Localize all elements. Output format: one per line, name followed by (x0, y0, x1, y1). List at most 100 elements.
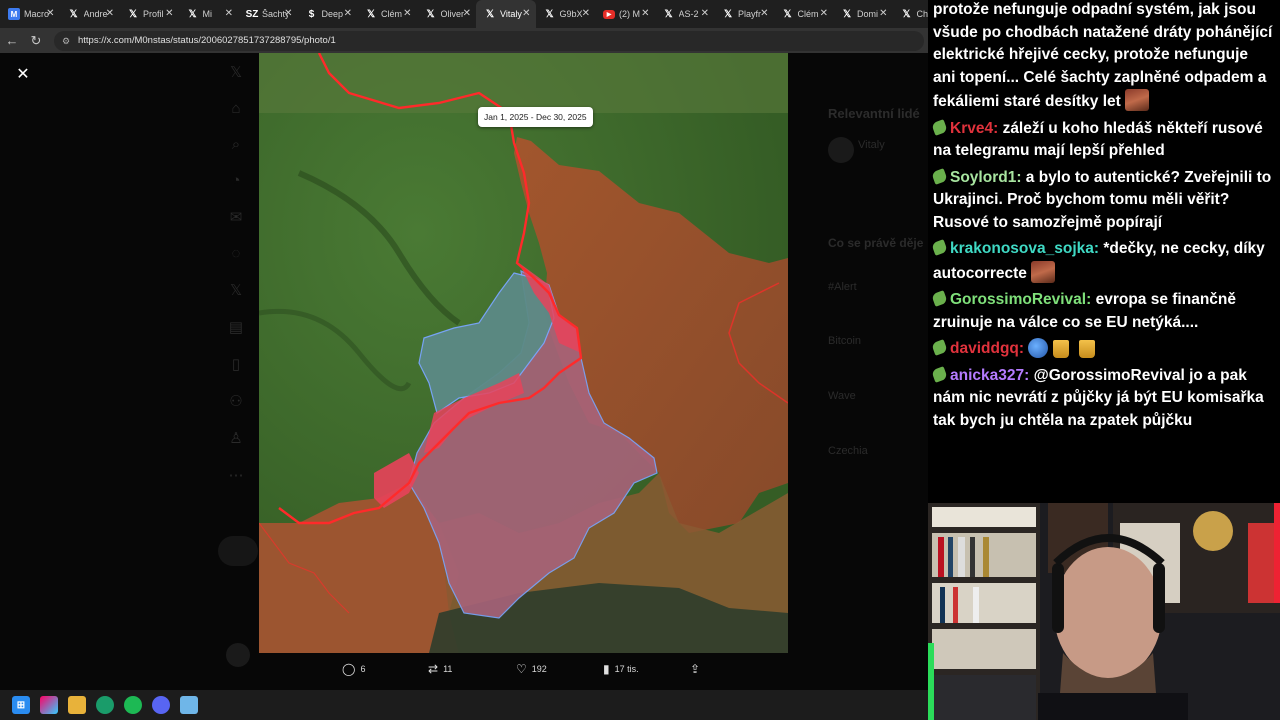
browser-tab[interactable]: 𝕏 Mi ✕ (179, 0, 239, 28)
reply-button[interactable]: ◯ 6 (342, 662, 365, 676)
browser-tab[interactable]: 𝕏 Clém ✕ (774, 0, 834, 28)
trending-title: Co se právě děje (828, 236, 924, 250)
x-logo-icon: 𝕏 (723, 8, 733, 20)
edge-browser-icon[interactable] (96, 696, 114, 714)
chat-username[interactable]: Krve4 (950, 120, 993, 137)
chat-message: anicka327: @GorossimoRevival jo a pak ná… (931, 365, 1274, 433)
browser-tab[interactable]: 𝕏 Playfr ✕ (714, 0, 774, 28)
reply-count: 6 (360, 664, 366, 674)
browser-tab[interactable]: 𝕏 Clém ✕ (357, 0, 417, 28)
books (932, 507, 1036, 720)
communities-icon: ⚇ (229, 393, 243, 410)
browser-tab[interactable]: $ Deep ✕ (298, 0, 358, 28)
post-photo-map[interactable]: Jan 1, 2025 - Dec 30, 2025 (259, 53, 788, 653)
tab-close-icon[interactable]: ✕ (522, 8, 530, 19)
views-button[interactable]: ▮ 17 tis. (603, 662, 639, 676)
copilot-icon[interactable] (40, 696, 58, 714)
discord-icon[interactable] (152, 696, 170, 714)
chat-message: krakonosova_sojka: *dečky, ne cecky, dík… (931, 238, 1274, 285)
x-logo-icon: 𝕏 (545, 8, 554, 20)
reload-icon[interactable]: ↻ (24, 29, 48, 53)
grok-icon: ◌ (231, 245, 241, 262)
trend-item: Bitcoin (828, 335, 862, 347)
more-icon: ⋯ (228, 467, 244, 484)
browser-tab[interactable]: 𝕏Ch✕ (893, 0, 928, 28)
chat-separator: : (1018, 340, 1029, 357)
browser-tab[interactable]: 𝕏 Oliver ✕ (417, 0, 477, 28)
chat-badge-icon (931, 239, 948, 256)
home-icon: ⌂ (231, 100, 241, 117)
repost-button[interactable]: ⇄ 11 (428, 662, 452, 676)
tab-close-icon[interactable]: ✕ (760, 8, 768, 19)
x-logo-icon: 𝕏 (664, 8, 673, 20)
streamer-face (1054, 547, 1162, 679)
browser-tab[interactable]: SZ Šachty ✕ (238, 0, 298, 28)
share-button[interactable]: ⇪ (690, 662, 700, 676)
chat-username[interactable]: Soylord1 (950, 169, 1016, 186)
back-arrow-icon[interactable]: ← (0, 29, 24, 53)
x-logo-icon: 𝕏 (426, 8, 435, 20)
browser-tab[interactable]: M Macro ✕ (0, 0, 60, 28)
file-explorer-icon[interactable] (68, 696, 86, 714)
relevant-people-title: Relevantní lidé (828, 106, 920, 121)
bookmark-icon: ▯ (231, 356, 241, 373)
photo-viewer: ✕ 𝕏 ⌂ ⌕ ◔ ✉ ◌ 𝕏 ▤ ▯ ⚇ ♙ ⋯ Relevantní lid… (0, 53, 928, 690)
favicon-icon: SZ (245, 8, 259, 20)
notepad-icon[interactable] (180, 696, 198, 714)
tab-close-icon[interactable]: ✕ (46, 8, 54, 19)
tab-close-icon[interactable]: ✕ (879, 8, 887, 19)
tab-close-icon[interactable]: ✕ (165, 8, 173, 19)
relevant-user-name: Vitaly (858, 139, 885, 151)
browser-tab[interactable]: 𝕏 Andre ✕ (60, 0, 120, 28)
tab-close-icon[interactable]: ✕ (820, 8, 828, 19)
tab-close-icon[interactable]: ✕ (344, 8, 352, 19)
chat-username[interactable]: daviddgq (950, 340, 1019, 357)
trend-item: Czechia (828, 445, 868, 457)
spotify-icon[interactable] (124, 696, 142, 714)
chat-badge-icon (931, 339, 948, 356)
chat-separator: : (1086, 291, 1096, 308)
tab-close-icon[interactable]: ✕ (582, 8, 590, 19)
tab-close-icon[interactable]: ✕ (701, 8, 709, 19)
tab-close-icon[interactable]: ✕ (284, 8, 292, 19)
chat-username[interactable]: krakonosova_sojka (950, 240, 1094, 257)
windows-start-icon[interactable]: ⊞ (12, 696, 30, 714)
date-range-label: Jan 1, 2025 - Dec 30, 2025 (478, 107, 593, 127)
x-logo-icon: 𝕏 (842, 8, 852, 20)
tab-close-icon[interactable]: ✕ (463, 8, 471, 19)
dimmed-post-button (218, 536, 258, 566)
headphones (1052, 563, 1064, 633)
chat-username[interactable]: GorossimoRevival (950, 291, 1086, 308)
x-logo-icon: 𝕏 (366, 8, 376, 20)
youtube-icon: ▶ (603, 9, 615, 19)
like-button[interactable]: ♡ 192 (516, 662, 547, 676)
url-text: https://x.com/M0nstas/status/20060278517… (78, 35, 336, 46)
chat-badge-icon (931, 118, 948, 136)
browser-tab[interactable]: ▶ (2) M ✕ (595, 0, 655, 28)
x-logo-icon: 𝕏 (69, 8, 78, 20)
browser-tab[interactable]: 𝕏 Domi ✕ (833, 0, 893, 28)
browser-tab[interactable]: 𝕏 Vitaly ✕ (476, 0, 536, 28)
tab-close-icon[interactable]: ✕ (403, 8, 411, 19)
lists-icon: ▤ (228, 319, 244, 336)
chat-separator: : (993, 119, 1003, 137)
tab-close-icon[interactable]: ✕ (641, 8, 649, 19)
chat-message: Krve4: záleží u koho hledáš někteří ruso… (931, 118, 1274, 163)
chat-username[interactable]: anicka327 (950, 367, 1024, 384)
relevant-user-avatar (828, 137, 854, 163)
tab-close-icon[interactable]: ✕ (225, 8, 233, 19)
address-bar[interactable]: ⚙ https://x.com/M0nstas/status/200602785… (54, 30, 924, 51)
close-icon[interactable]: ✕ (14, 65, 32, 83)
windows-taskbar: ⊞ (0, 690, 928, 720)
heart-icon: ♡ (516, 662, 527, 676)
tab-close-icon[interactable]: ✕ (106, 8, 114, 19)
browser-tab[interactable]: 𝕏 AS-2 ✕ (655, 0, 715, 28)
site-info-icon[interactable]: ⚙ (62, 36, 72, 46)
browser-tab[interactable]: 𝕏 Profil ✕ (119, 0, 179, 28)
chat-separator: : (1016, 168, 1026, 186)
chat-message: protože nefunguje odpadní systém, jak js… (933, 0, 1274, 114)
browser-tab[interactable]: 𝕏 G9bX ✕ (536, 0, 596, 28)
share-icon: ⇪ (690, 662, 701, 676)
chat-badge-icon (931, 365, 948, 383)
stream-chat: protože nefunguje odpadní systém, jak js… (928, 0, 1280, 503)
